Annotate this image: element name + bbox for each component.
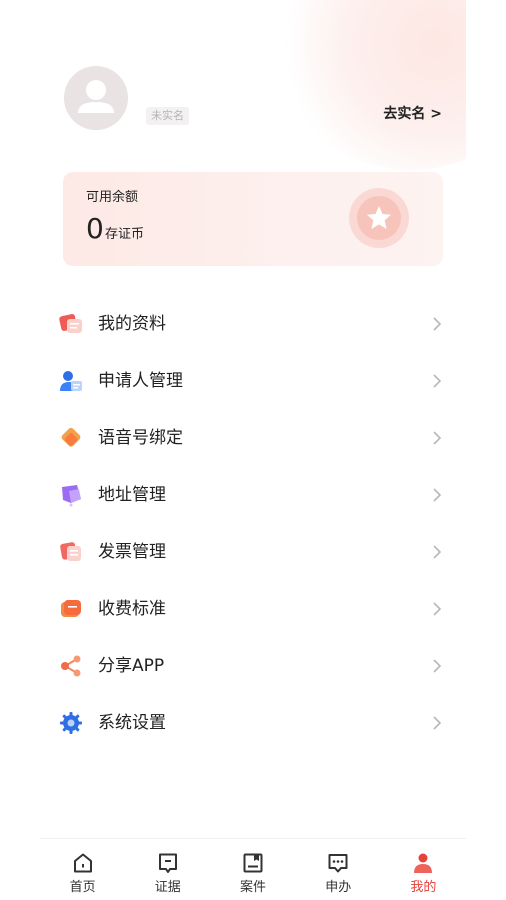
menu-item-label: 分享APP [98, 656, 165, 676]
applicant-icon [60, 371, 82, 391]
menu-item-voice-bind[interactable]: 语音号绑定 [0, 409, 506, 466]
menu-item-fee-standard[interactable]: 收费标准 [0, 580, 506, 637]
menu-item-address[interactable]: 地址管理 [0, 466, 506, 523]
verify-status-badge: 未实名 [146, 107, 189, 125]
case-icon [243, 853, 263, 873]
address-icon [62, 485, 81, 507]
share-icon [61, 655, 81, 677]
menu-item-profile[interactable]: 我的资料 [0, 295, 506, 352]
apply-icon [328, 854, 348, 873]
chevron-right-icon [433, 317, 442, 331]
balance-card[interactable]: 可用余额 0 存证币 [63, 172, 443, 266]
nav-label: 我的 [410, 880, 437, 895]
menu-item-label: 我的资料 [98, 314, 166, 334]
menu-item-settings[interactable]: 系统设置 [0, 694, 506, 751]
fee-standard-icon [61, 600, 81, 617]
nav-divider [40, 838, 466, 839]
bottom-nav: 首页 证据 案件 申办 我的 [40, 840, 466, 900]
nav-home[interactable]: 首页 [40, 840, 125, 900]
me-icon [414, 853, 433, 873]
nav-label: 案件 [240, 880, 267, 895]
nav-me[interactable]: 我的 [381, 840, 466, 900]
menu-item-label: 申请人管理 [98, 371, 183, 391]
menu-item-applicant[interactable]: 申请人管理 [0, 352, 506, 409]
chevron-right-icon [433, 545, 442, 559]
balance-unit: 存证币 [105, 227, 145, 242]
menu-item-label: 地址管理 [98, 485, 166, 505]
balance-amount: 0 [86, 212, 104, 245]
menu-item-label: 语音号绑定 [98, 428, 183, 448]
menu-item-invoice[interactable]: 发票管理 [0, 523, 506, 580]
nav-label: 首页 [69, 880, 96, 895]
profile-card-icon [59, 314, 82, 333]
menu-item-share[interactable]: 分享APP [0, 637, 506, 694]
chevron-right-icon [433, 602, 442, 616]
balance-label: 可用余额 [86, 190, 139, 205]
nav-label: 证据 [154, 880, 181, 895]
chevron-right-icon [433, 374, 442, 388]
voice-bind-icon [61, 427, 81, 447]
nav-evidence[interactable]: 证据 [125, 840, 210, 900]
avatar[interactable] [64, 66, 128, 130]
menu-list: 我的资料 申请人管理 语音号绑定 地址管理 发票管理 收费标准 分享APP 系统… [0, 295, 506, 751]
home-icon [73, 853, 92, 873]
invoice-icon [60, 542, 81, 561]
menu-item-label: 发票管理 [98, 542, 166, 562]
evidence-icon [158, 853, 177, 873]
chevron-right-icon [433, 716, 442, 730]
chevron-right-icon [433, 431, 442, 445]
avatar-person-icon [78, 80, 114, 113]
settings-icon [60, 712, 82, 734]
menu-item-label: 系统设置 [98, 713, 166, 733]
profile-page: 未实名 去实名 > 可用余额 0 存证币 我的资料 申请人管理 语音号绑定 地址… [0, 0, 506, 900]
verify-link[interactable]: 去实名 > [383, 103, 442, 123]
nav-case[interactable]: 案件 [210, 840, 295, 900]
chevron-right-icon [433, 488, 442, 502]
nav-apply[interactable]: 申办 [296, 840, 381, 900]
medal-icon [349, 188, 409, 248]
nav-label: 申办 [325, 880, 352, 895]
menu-item-label: 收费标准 [98, 599, 166, 619]
chevron-right-icon [433, 659, 442, 673]
